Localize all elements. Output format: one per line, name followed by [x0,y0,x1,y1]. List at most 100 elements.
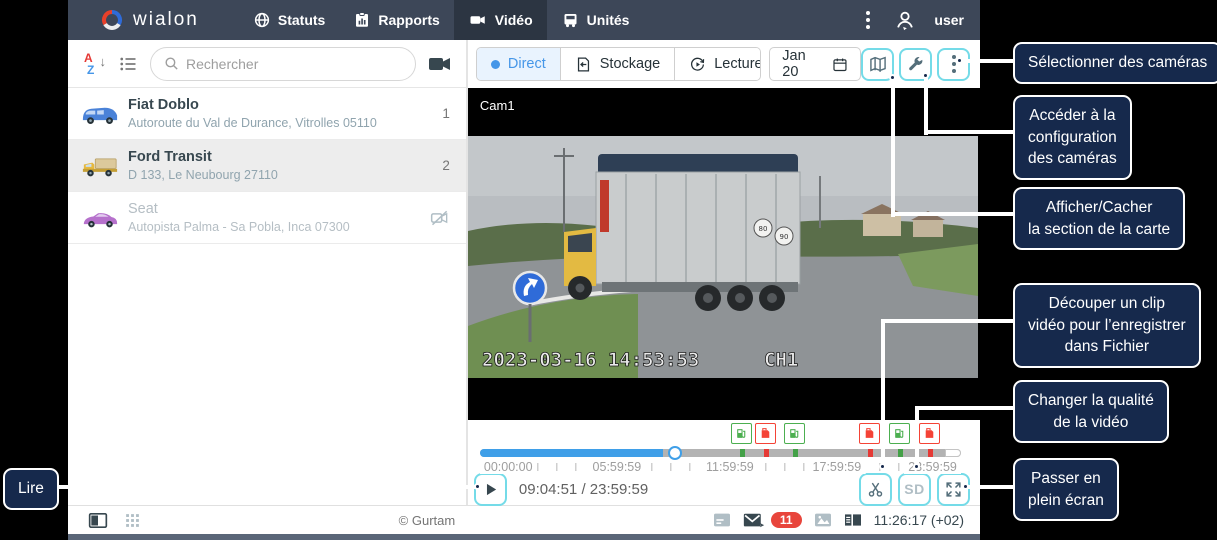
toggle-map-button[interactable] [864,51,891,78]
quality-button[interactable]: SD [901,476,928,503]
video-channel-overlay: CH1 [764,349,798,371]
fuel-theft-marker-icon[interactable] [755,423,776,444]
play-icon [482,481,499,498]
playback-position: 09:04:51 / 23:59:59 [519,481,648,498]
news-icon[interactable] [844,512,862,528]
globe-icon [253,11,271,29]
fuel-fill-marker-icon[interactable] [731,423,752,444]
storage-icon [575,56,592,73]
list-view-icon[interactable] [118,54,138,74]
highlight-select-cameras [937,48,970,81]
connector-config-horizontal [924,130,1013,134]
connector-map-horizontal [891,212,1013,216]
vehicle-name: Ford Transit [128,149,442,165]
log-icon[interactable] [713,512,731,528]
logo-wordmark: wialon [133,9,199,31]
vehicle-icon-truck [80,153,120,178]
toggle-left-panel-icon[interactable] [88,512,108,529]
connector-dot-select-cameras [956,57,963,64]
timeline-progress-fill [480,449,663,457]
media-gallery-icon[interactable] [814,512,832,528]
wrench-icon [906,55,925,74]
vehicle-row-seat[interactable]: Seat Autopista Palma - Sa Pobla, Inca 07… [68,192,466,244]
highlight-cut-button [859,473,892,506]
highlight-quality-button: SD [898,473,931,506]
navbar-right: user [860,7,980,33]
nav-item-statuts[interactable]: Statuts [239,0,339,40]
sort-alphabetical-icon[interactable]: A↓Z [84,53,106,75]
vehicle-name: Fiat Doblo [128,97,442,113]
user-name: user [934,12,964,28]
fuel-fill-marker-icon[interactable] [784,423,805,444]
nav-label: Statuts [278,12,325,28]
fuel-theft-marker-icon[interactable] [859,423,880,444]
connector-dot-play [474,483,481,490]
date-picker-button[interactable]: Jan 20 [769,47,861,81]
tab-label: Lecture [714,56,761,72]
connector-map-vertical [891,78,895,217]
cut-clip-button[interactable] [862,476,889,503]
connector-dot-fullscreen [962,483,969,490]
tab-direct[interactable]: Direct [477,48,561,80]
timeline-thumb[interactable] [668,446,682,460]
nav-item-rapports[interactable]: Rapports [339,0,453,40]
callout-play: Lire [3,468,59,510]
vehicle-row-fiat-doblo[interactable]: Fiat Doblo Autoroute du Val de Durance, … [68,88,466,140]
tab-label: Direct [508,56,546,72]
camera-label: Cam1 [480,98,515,113]
units-truck-icon [561,11,580,29]
fuel-fill-marker-icon[interactable] [889,423,910,444]
timeline-labels: 00:00:00 05:59:59 11:59:59 17:59:59 23:5… [480,460,961,474]
connector-dot-config [922,72,929,79]
video-frame: 80 90 2023-03-16 14:53:53 [468,136,978,378]
reports-icon [353,11,371,29]
wialon-logo-icon [100,8,124,32]
svg-text:90: 90 [779,233,788,241]
fuel-theft-marker-icon[interactable] [919,423,940,444]
status-clock: 11:26:17 (+02) [874,512,964,528]
wialon-logo[interactable]: wialon [100,8,199,32]
quality-label: SD [904,481,924,497]
camera-filter-icon[interactable] [428,55,452,73]
callout-cut-clip: Découper un clip vidéo pour l’enregistre… [1013,283,1201,368]
time-label: 05:59:59 [589,460,646,474]
connector-dot-cut [879,463,886,470]
connector-play [50,485,481,489]
connector-select-cameras [962,59,1013,63]
timeline-scrubber[interactable] [480,449,961,457]
video-viewport[interactable]: Cam1 [468,88,980,420]
connector-cut-vertical [881,319,885,469]
tab-stockage[interactable]: Stockage [561,48,675,80]
play-button[interactable] [477,476,504,503]
playback-icon [689,56,706,73]
annotated-screenshot: wialon Statuts Rapports [0,0,1217,540]
vehicle-list-header: A↓Z [68,40,466,88]
user-icon[interactable] [894,9,916,31]
wialon-app-window: wialon Statuts Rapports [68,0,980,540]
notifications-mail-icon[interactable] [743,512,765,529]
video-tool-buttons [861,48,970,81]
navbar-menu-kebab-icon[interactable] [860,7,876,33]
time-label: 00:00:00 [480,460,537,474]
vehicle-address: D 133, Le Neubourg 27110 [128,168,442,182]
connector-fullscreen [968,485,1013,489]
tab-label: Stockage [600,56,660,72]
window-bottom-edge [68,534,980,540]
timeline-event-markers [468,423,980,445]
tab-lecture[interactable]: Lecture [675,48,761,80]
vehicle-icon-van [80,101,120,126]
vehicle-row-ford-transit[interactable]: Ford Transit D 133, Le Neubourg 27110 2 [68,140,466,192]
nav-item-unites[interactable]: Unités [547,0,644,40]
connector-dot-map [889,74,896,81]
connector-config-vertical [924,76,928,135]
search-input[interactable] [186,56,403,72]
notification-count-badge[interactable]: 11 [771,512,802,528]
select-cameras-kebab-icon[interactable] [940,51,967,78]
date-label: Jan 20 [782,48,823,80]
nav-item-video[interactable]: Vidéo [454,0,547,40]
copyright: © Gurtam [141,513,713,528]
status-bar: © Gurtam 11 [68,505,980,534]
live-dot-icon [491,60,500,69]
apps-grid-icon[interactable] [124,512,141,529]
vehicle-address: Autopista Palma - Sa Pobla, Inca 07300 [128,220,430,234]
